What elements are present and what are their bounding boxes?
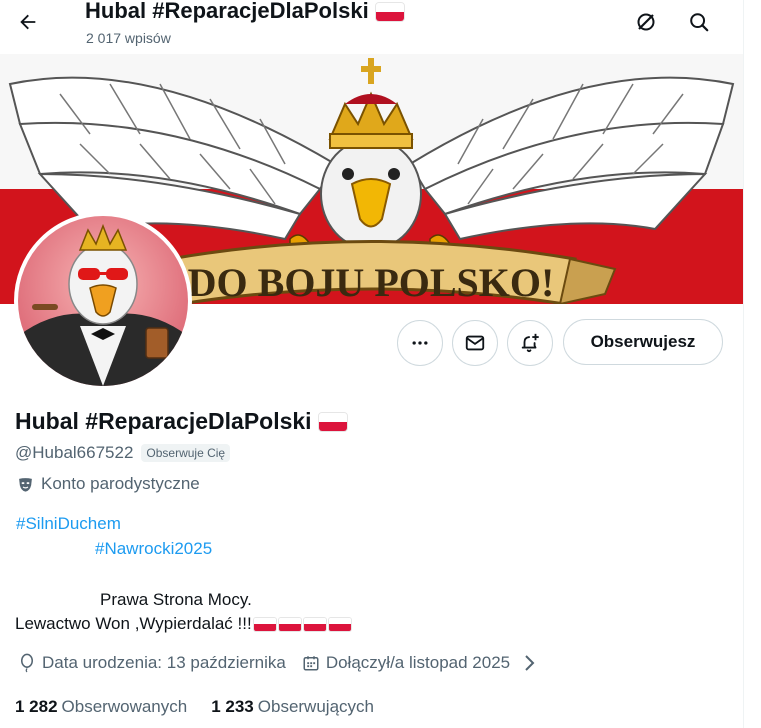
- profile-meta-row: Data urodzenia: 13 października Dołączył…: [18, 653, 536, 673]
- bio-line-1: Prawa Strona Mocy.: [100, 590, 252, 609]
- display-name: Hubal #ReparacjeDlaPolski: [15, 408, 312, 434]
- grok-button[interactable]: [629, 5, 663, 39]
- header-title-row: Hubal #ReparacjeDlaPolski: [85, 0, 405, 24]
- parody-label-row: Konto parodystyczne: [17, 474, 200, 494]
- posts-count: 2 017 wpisów: [86, 30, 171, 46]
- envelope-icon: [465, 335, 485, 351]
- following-button[interactable]: Obserwujesz: [563, 319, 723, 365]
- handle-row: @Hubal667522 Obserwuje Cię: [15, 443, 231, 463]
- column-divider: [743, 0, 761, 728]
- poland-flag-icon: [374, 2, 405, 23]
- birthday-item: Data urodzenia: 13 października: [18, 653, 286, 673]
- mask-icon: [19, 477, 32, 492]
- search-icon: [690, 13, 709, 32]
- notifications-button[interactable]: [507, 320, 553, 366]
- banner-slogan: DO BOJU POLSKO!: [188, 260, 555, 304]
- poland-flag-icon: [317, 411, 348, 432]
- followers-stat[interactable]: 1 233 Obserwujących: [211, 697, 374, 717]
- bell-plus-icon: [521, 333, 539, 353]
- arrow-left-icon: [20, 14, 36, 30]
- display-name-row: Hubal #ReparacjeDlaPolski: [15, 408, 348, 435]
- chevron-right-icon[interactable]: [522, 654, 536, 672]
- poland-flag-icon: [252, 616, 277, 632]
- bio-line-2: Lewactwo Won ,Wypierdalać !!!: [15, 614, 252, 633]
- followers-label: Obserwujących: [257, 697, 374, 716]
- following-count: 1 282: [15, 697, 58, 716]
- follow-stats: 1 282 Obserwowanych 1 233 Obserwujących: [15, 697, 374, 717]
- birthday-text: Data urodzenia: 13 października: [42, 653, 286, 672]
- joined-text: Dołączył/a listopad 2025: [325, 653, 511, 672]
- bio-line-2-row: Lewactwo Won ,Wypierdalać !!!: [15, 614, 352, 634]
- poland-flag-icon: [277, 616, 302, 632]
- more-icon: [412, 341, 428, 345]
- bio-hashtag-silniduchem[interactable]: #SilniDuchem: [16, 514, 121, 534]
- poland-flag-icon: [302, 616, 327, 632]
- message-button[interactable]: [452, 320, 498, 366]
- following-stat[interactable]: 1 282 Obserwowanych: [15, 697, 187, 717]
- following-label: Obserwowanych: [61, 697, 188, 716]
- poland-flag-icon: [327, 616, 352, 632]
- calendar-icon: [303, 656, 319, 671]
- avatar[interactable]: [14, 212, 192, 390]
- balloon-icon: [21, 653, 33, 673]
- bio-hashtag-nawrocki2025[interactable]: #Nawrocki2025: [95, 539, 212, 559]
- handle: @Hubal667522: [15, 443, 134, 462]
- back-button[interactable]: [10, 4, 46, 40]
- joined-item: Dołączył/a listopad 2025: [302, 653, 536, 673]
- more-button[interactable]: [397, 320, 443, 366]
- grok-icon: [637, 13, 655, 31]
- follows-you-badge: Obserwuje Cię: [141, 444, 231, 462]
- search-button[interactable]: [682, 5, 716, 39]
- top-bar: Hubal #ReparacjeDlaPolski 2 017 wpisów: [0, 0, 743, 54]
- parody-label: Konto parodystyczne: [41, 474, 200, 493]
- header-title: Hubal #ReparacjeDlaPolski: [85, 0, 369, 23]
- followers-count: 1 233: [211, 697, 254, 716]
- avatar-image: [18, 216, 188, 386]
